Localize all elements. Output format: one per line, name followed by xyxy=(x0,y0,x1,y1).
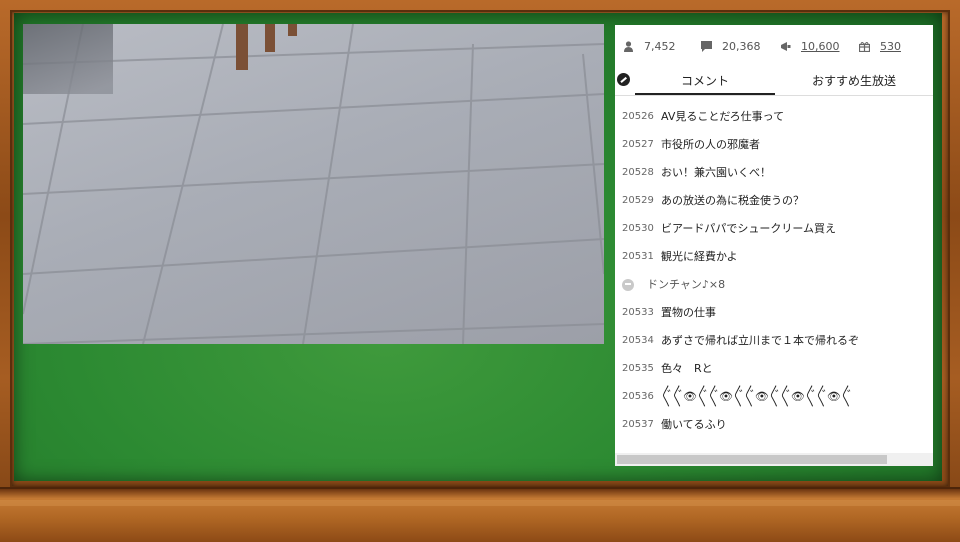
panel-tabs: コメント おすすめ生放送 xyxy=(615,67,933,96)
video-post xyxy=(288,24,297,36)
comment-text: ビアードパパでシュークリーム買え xyxy=(661,222,837,235)
stats-bar: 7,452 20,368 10,600 530 xyxy=(615,25,933,67)
viewers-stat: 7,452 xyxy=(623,40,676,53)
chalk-tray xyxy=(0,487,960,542)
nico-logo-icon xyxy=(617,73,630,86)
tab-comments[interactable]: コメント xyxy=(635,67,775,95)
comment-row: 20534 あずさで帰れば立川まで１本で帰れるぞ xyxy=(615,327,933,355)
video-player[interactable] xyxy=(23,24,604,344)
comment-icon xyxy=(701,41,712,52)
comment-row: 20528 おい！兼六園いくべ！ xyxy=(615,159,933,187)
gifts-link[interactable]: 530 xyxy=(880,40,901,53)
comments-stat: 20,368 xyxy=(701,40,761,53)
comment-text: 市役所の人の邪魔者 xyxy=(661,138,760,151)
comment-text: おい！兼六園いくべ！ xyxy=(661,166,771,179)
chalk-tray-lip xyxy=(0,500,960,506)
comment-text: 働いてるふり xyxy=(661,418,727,431)
comment-number: 20536 xyxy=(622,391,654,402)
comment-row: 20531 観光に経費かよ xyxy=(615,243,933,271)
comment-row: 20527 市役所の人の邪魔者 xyxy=(615,131,933,159)
ad-stat[interactable]: 10,600 xyxy=(780,40,840,53)
comment-number: 20529 xyxy=(622,195,654,206)
gift-icon xyxy=(859,41,870,52)
video-dark-corner xyxy=(23,24,113,94)
comment-text: 観光に経費かよ xyxy=(661,250,738,263)
comment-text: あずさで帰れば立川まで１本で帰れるぞ xyxy=(661,334,859,347)
scrollbar-thumb[interactable] xyxy=(617,455,887,464)
ad-points-link[interactable]: 10,600 xyxy=(801,40,840,53)
comment-number: 20531 xyxy=(622,251,654,262)
comment-list[interactable]: 20526 AV見ることだろ仕事って 20527 市役所の人の邪魔者 20528… xyxy=(615,103,933,458)
comment-text: 色々 Rと xyxy=(661,362,713,375)
emote-icon xyxy=(622,279,634,291)
comments-count: 20,368 xyxy=(722,40,761,53)
viewers-count: 7,452 xyxy=(644,40,676,53)
comment-number: 20528 xyxy=(622,167,654,178)
person-icon xyxy=(623,41,634,52)
megaphone-icon xyxy=(780,41,791,52)
comment-number: 20526 xyxy=(622,111,654,122)
tab-recommended[interactable]: おすすめ生放送 xyxy=(775,67,933,95)
gift-text: ドンチャン♪×8 xyxy=(647,278,726,291)
comment-number: 20534 xyxy=(622,335,654,346)
gift-notification-row: ドンチャン♪×8 xyxy=(615,271,933,299)
comment-number: 20537 xyxy=(622,419,654,430)
comment-number: 20527 xyxy=(622,139,654,150)
comment-row: 20536 〴〵〴〵👁〴〵〴〵👁〴〵〴〵👁〴〵〴〵👁〴〵〴〵👁〴〵 xyxy=(615,383,933,411)
horizontal-scrollbar[interactable] xyxy=(615,453,933,466)
comment-text: あの放送の為に税金使うの？ xyxy=(661,194,804,207)
comment-row: 20530 ビアードパパでシュークリーム買え xyxy=(615,215,933,243)
comment-row: 20526 AV見ることだろ仕事って xyxy=(615,103,933,131)
comment-row: 20533 置物の仕事 xyxy=(615,299,933,327)
comment-row: 20535 色々 Rと xyxy=(615,355,933,383)
gift-stat[interactable]: 530 xyxy=(859,40,901,53)
comment-number: 20535 xyxy=(622,363,654,374)
comment-row: 20529 あの放送の為に税金使うの？ xyxy=(615,187,933,215)
comment-number: 20533 xyxy=(622,307,654,318)
comment-text: AV見ることだろ仕事って xyxy=(661,110,785,123)
video-post xyxy=(236,24,248,70)
comment-number: 20530 xyxy=(622,223,654,234)
comment-text: 置物の仕事 xyxy=(661,306,716,319)
comment-text: 〴〵〴〵👁〴〵〴〵👁〴〵〴〵👁〴〵〴〵👁〴〵〴〵👁〴〵 xyxy=(661,390,852,403)
video-post xyxy=(265,24,275,52)
side-panel: 7,452 20,368 10,600 530 コメント おすすめ生放送 205 xyxy=(615,25,933,466)
comment-row: 20537 働いてるふり xyxy=(615,411,933,439)
